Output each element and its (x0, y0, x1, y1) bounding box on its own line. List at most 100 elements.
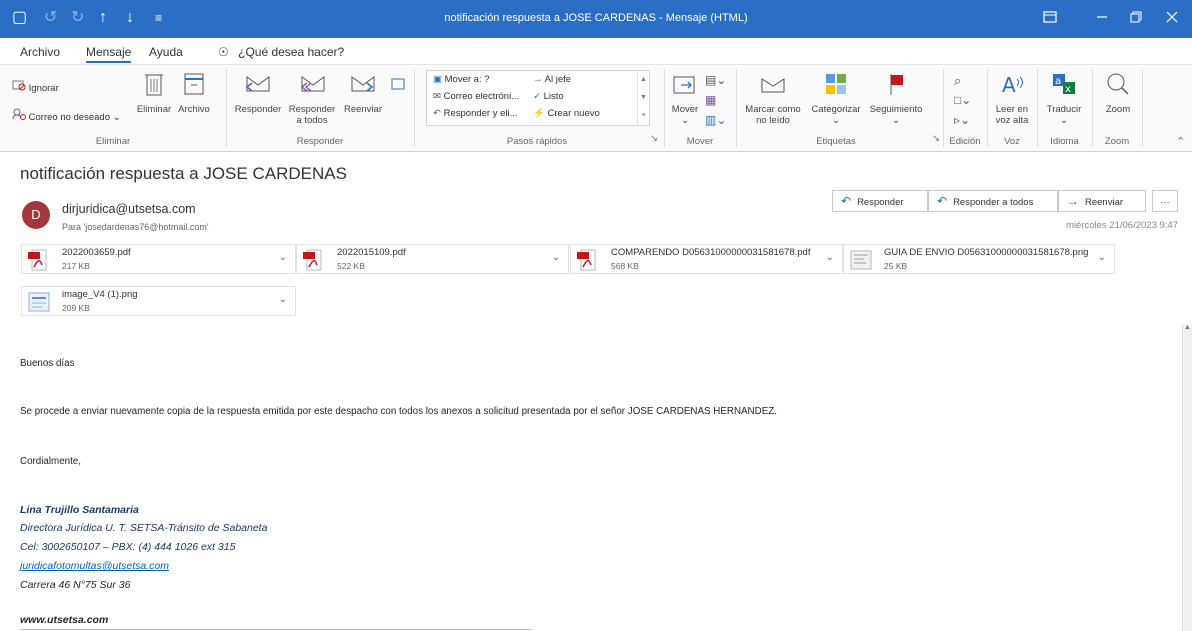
gallery-scroll[interactable]: ▲ ▼ ≡ (637, 71, 649, 125)
categorize-button[interactable]: Categorizar ⌄ (808, 71, 864, 126)
ignore-icon (12, 80, 26, 91)
close-button[interactable] (1160, 8, 1184, 28)
body-paragraph: Se procede a enviar nuevamente copia de … (20, 406, 777, 417)
chevron-down-icon[interactable]: ⌄ (279, 252, 287, 263)
zoom-icon (1107, 73, 1129, 95)
attachment[interactable]: 2022015109.pdf 522 KB ⌄ (296, 244, 569, 274)
signature-name: Lina Trujillo Santamaria (20, 504, 139, 516)
quick-step-mover-a[interactable]: ▣ Mover a: ? (433, 74, 490, 85)
rules-icon[interactable]: ▤⌄ (705, 73, 726, 87)
actions-icon[interactable]: ▥⌄ (705, 113, 726, 127)
pdf-file-icon (577, 249, 596, 271)
group-label-eliminar: Eliminar (95, 136, 131, 147)
reply-icon: ↶ (841, 194, 852, 208)
mark-unread-button[interactable]: Marcar como no leído (742, 71, 804, 126)
reply-delete-icon: ↶ (433, 108, 441, 119)
archive-button[interactable]: Archivo (174, 71, 214, 115)
reply-icon (245, 76, 270, 92)
reply-action-button[interactable]: ↶ Responder (832, 190, 928, 212)
sender-address[interactable]: dirjuridica@utsetsa.com (62, 202, 196, 216)
translate-button[interactable]: ax Traducir ⌄ (1042, 71, 1086, 126)
svg-text:a: a (1055, 76, 1061, 87)
chevron-down-icon[interactable]: ⌄ (279, 294, 287, 305)
trash-icon (145, 74, 163, 96)
chevron-down-icon[interactable]: ⌄ (552, 252, 560, 263)
chevron-down-icon[interactable]: ⌄ (826, 252, 834, 263)
group-label-pasos-rapidos: Pasos rápidos (506, 136, 568, 147)
group-label-zoom: Zoom (1104, 136, 1130, 147)
attachment[interactable]: GUIA DE ENVIO D05631000000031581678.png … (843, 244, 1115, 274)
message-datetime: miércoles 21/06/2023 9:47 (1066, 220, 1178, 231)
find-icon[interactable]: ⌕ (954, 73, 961, 89)
quick-step-correo[interactable]: ✉ Correo electróni... (433, 91, 519, 102)
chevron-down-icon[interactable]: ⌄ (1098, 252, 1106, 263)
signature-divider (20, 629, 532, 630)
delete-button[interactable]: Eliminar (134, 71, 174, 115)
minimize-button[interactable] (1090, 8, 1114, 28)
tab-ayuda[interactable]: Ayuda (149, 45, 183, 59)
related-icon[interactable]: □⌄ (954, 93, 971, 107)
tab-mensaje[interactable]: Mensaje (86, 45, 132, 63)
forward-icon (351, 76, 375, 92)
move-folder-icon: ▣ (433, 74, 442, 85)
restore-button[interactable] (1124, 8, 1148, 28)
select-icon[interactable]: ▹⌄ (954, 113, 970, 127)
dialog-launcher-icon[interactable]: ↘ (932, 133, 940, 144)
attachment-name: GUIA DE ENVIO D05631000000031581678.png (884, 247, 1089, 258)
scroll-up-icon[interactable]: ▲ (1183, 324, 1192, 331)
attachment-name: image_V4 (1).png (62, 289, 138, 300)
attachment-size: 25 KB (884, 261, 908, 271)
reply-all-button[interactable]: Responder a todos (284, 71, 340, 126)
window-title: notificación respuesta a JOSE CARDENAS -… (444, 12, 748, 24)
reply-button[interactable]: Responder (232, 71, 284, 115)
more-actions-button[interactable]: … (1152, 190, 1178, 212)
categorize-icon (826, 74, 846, 94)
avatar[interactable]: D (22, 201, 50, 229)
move-button[interactable]: Mover ⌄ (668, 71, 702, 126)
dialog-launcher-icon[interactable]: ↘ (650, 133, 658, 144)
read-aloud-icon: A (1002, 73, 1023, 97)
image-file-icon (850, 250, 872, 270)
quick-step-listo[interactable]: ✓ Listo (533, 91, 564, 102)
translate-icon: ax (1053, 74, 1075, 95)
attachment-name: 2022015109.pdf (337, 247, 406, 258)
attachment-size: 568 KB (611, 261, 639, 271)
signature-phone: Cel: 3002650107 – PBX: (4) 444 1026 ext … (20, 541, 236, 553)
recipient-line: Para 'josedardenas76@hotmail.com' (62, 222, 209, 232)
attachment[interactable]: COMPARENDO D05631000000031581678.pdf 568… (570, 244, 843, 274)
follow-up-button[interactable]: Seguimiento ⌄ (866, 71, 926, 126)
tell-me-search[interactable]: ☉ ¿Qué desea hacer? (218, 45, 344, 59)
pdf-file-icon (303, 249, 322, 271)
body-closing: Cordialmente, (20, 456, 81, 467)
collapse-ribbon-icon[interactable]: ⌃ (1176, 135, 1185, 148)
forward-button[interactable]: Reenviar (340, 71, 386, 115)
read-aloud-button[interactable]: A Leer en voz alta (992, 71, 1032, 126)
onenote-icon[interactable]: ▦ (705, 93, 716, 107)
forward-action-button[interactable]: → Reenviar (1058, 190, 1146, 212)
zoom-button[interactable]: Zoom (1098, 71, 1138, 115)
tab-archivo[interactable]: Archivo (20, 45, 60, 59)
quick-step-al-jefe[interactable]: → Al jefe (533, 74, 571, 85)
group-label-etiquetas: Etiquetas (816, 136, 856, 147)
ribbon-display-options-icon[interactable] (1038, 8, 1062, 28)
vertical-scrollbar[interactable]: ▲ (1182, 324, 1192, 631)
junk-mail-button[interactable]: Correo no deseado ⌄ (12, 108, 121, 123)
flag-icon (890, 74, 903, 95)
quick-step-crear-nuevo[interactable]: ⚡ Crear nuevo (533, 108, 600, 119)
attachment[interactable]: image_V4 (1).png 209 KB ⌄ (21, 286, 296, 316)
signature-role: Directora Jurídica U. T. SETSA-Tránsito … (20, 522, 268, 534)
junk-mail-icon (12, 108, 26, 120)
signature-website[interactable]: www.utsetsa.com (20, 614, 108, 626)
pdf-file-icon (28, 249, 47, 271)
signature-email-link[interactable]: juridicafotomultas@utsetsa.com (20, 560, 169, 572)
arrow-right-icon: → (533, 74, 543, 85)
image-file-icon (28, 292, 50, 312)
quick-step-responder-eliminar[interactable]: ↶ Responder y eli... (433, 108, 518, 119)
reply-all-action-button[interactable]: ↶ Responder a todos (928, 190, 1058, 212)
message-subject: notificación respuesta a JOSE CARDENAS (20, 164, 347, 183)
attachment[interactable]: 2022003659.pdf 217 KB ⌄ (21, 244, 296, 274)
ignore-button[interactable]: Ignorar (12, 79, 59, 94)
ribbon-separator (1142, 69, 1143, 147)
lightning-icon: ⚡ (533, 108, 545, 119)
more-respond-button[interactable] (386, 71, 410, 104)
